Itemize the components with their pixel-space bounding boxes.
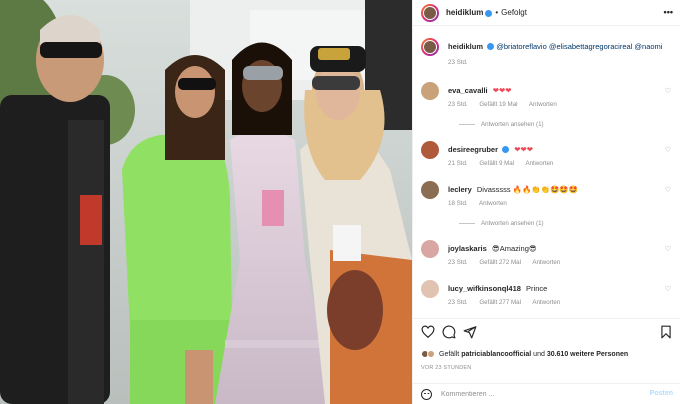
comment-content: ❤❤❤ [492,86,512,95]
comment-meta: 23 Std. Gefällt 272 Mal Antworten [448,259,570,266]
bookmark-icon[interactable] [659,325,673,339]
post-photo-illustration [0,0,412,404]
comment-reply-button[interactable]: Antworten [525,160,553,167]
post-actions: Gefällt patriciablancoofficial und 30.61… [413,318,680,404]
header-separator: • [495,8,499,17]
comment-text: desireegruber ❤❤❤ [448,145,663,155]
comment-reply-button[interactable]: Antworten [529,101,557,108]
liked-by-prefix: Gefällt [439,350,460,358]
comment-bar: Posten [413,383,680,404]
post-photo[interactable] [0,0,412,404]
comment-time[interactable]: 23 Std. [448,259,468,266]
comment-like-icon[interactable]: ♡ [665,146,671,154]
comment-content: 😎Amazing😎 [491,244,537,253]
commenter-avatar[interactable] [421,240,439,258]
commenter-username[interactable]: lucy_wifkinsonql418 [448,284,521,293]
verified-badge-icon [502,146,510,153]
comment-reply-button[interactable]: Antworten [532,259,560,266]
liked-by-count[interactable]: 30.610 weitere Personen [547,351,628,358]
comment-likes[interactable]: Gefällt 19 Mal [479,101,517,108]
view-replies-button[interactable]: Antworten ansehen (1) [459,121,544,128]
post-time-ago[interactable]: VOR 23 STUNDEN [421,365,471,371]
caption-time[interactable]: 23 Std. [448,59,468,66]
comment-reply-button[interactable]: Antworten [532,299,560,306]
comment-time[interactable]: 23 Std. [448,101,468,108]
comment-meta: 23 Std. Gefällt 277 Mal Antworten [448,299,570,306]
comment-like-icon[interactable]: ♡ [665,186,671,194]
comment-time[interactable]: 23 Std. [448,299,468,306]
share-icon[interactable] [463,325,477,339]
more-options-icon[interactable]: ••• [664,7,673,17]
comment-text: joylaskaris 😎Amazing😎 [448,244,663,254]
post-header: heidiklum • Gefolgt ••• [413,0,680,26]
commenter-avatar[interactable] [421,280,439,298]
caption-author-avatar[interactable] [421,38,439,56]
commenter-avatar[interactable] [421,181,439,199]
comment-text: lucy_wifkinsonql418 Prince [448,284,663,294]
liker-avatar[interactable] [427,350,435,358]
comment-row: lucy_wifkinsonql418 Prince ♡ 23 Std. Gef… [421,280,677,310]
author-avatar[interactable] [421,3,439,22]
comment-icon[interactable] [442,325,456,339]
comment-content: Prince [526,284,548,293]
commenter-username[interactable]: joylaskaris [448,244,487,253]
comment-input[interactable] [441,388,631,401]
caption-mentions[interactable]: @briatoreflavio @elisabettagregoraci​rea… [496,42,662,51]
commenter-avatar[interactable] [421,82,439,100]
caption-meta: 23 Std. [448,59,478,66]
liked-by-user[interactable]: patriciablancoofficial [461,351,531,358]
liked-by-suffix: und [533,350,545,358]
view-replies-button[interactable]: Antworten ansehen (1) [459,220,544,227]
verified-badge-icon [485,10,493,17]
comment-row: joylaskaris 😎Amazing😎 ♡ 23 Std. Gefällt … [421,240,677,270]
post-comment-button[interactable]: Posten [650,390,673,397]
comment-likes[interactable]: Gefällt 272 Mal [479,259,521,266]
commenter-username[interactable]: leclery [448,185,472,194]
comment-like-icon[interactable]: ♡ [665,285,671,293]
comment-row: leclery Divasssss 🔥🔥👏👏🤩🤩🤩 ♡ 18 Std. Antw… [421,181,677,211]
commenter-avatar[interactable] [421,141,439,159]
caption-row: heidiklum @briatoreflavio @elisabettagre… [421,38,677,68]
post-side-panel: heidiklum • Gefolgt ••• heidiklum @briat… [412,0,680,404]
comment-content: Divasssss 🔥🔥👏👏🤩🤩🤩 [476,185,579,194]
comment-like-icon[interactable]: ♡ [665,87,671,95]
commenter-username[interactable]: desireegruber [448,145,498,154]
comment-meta: 21 Std. Gefällt 9 Mal Antworten [448,160,563,167]
comment-like-icon[interactable]: ♡ [665,245,671,253]
comment-time[interactable]: 18 Std. [448,200,468,207]
comment-likes[interactable]: Gefällt 277 Mal [479,299,521,306]
liked-by-summary: Gefällt patriciablancoofficial und 30.61… [421,350,628,358]
verified-badge-icon [487,43,495,50]
comment-text: leclery Divasssss 🔥🔥👏👏🤩🤩🤩 [448,185,663,195]
emoji-icon[interactable] [421,389,432,400]
comment-row: eva_cavalli ❤❤❤ ♡ 23 Std. Gefällt 19 Mal… [421,82,677,112]
comment-time[interactable]: 21 Std. [448,160,468,167]
caption-text: heidiklum @briatoreflavio @elisabettagre… [448,42,663,52]
heart-icon[interactable] [421,325,435,339]
comment-meta: 18 Std. Antworten [448,200,517,207]
comment-meta: 23 Std. Gefällt 19 Mal Antworten [448,101,567,108]
comment-reply-button[interactable]: Antworten [479,200,507,207]
comment-text: eva_cavalli ❤❤❤ [448,86,663,96]
comment-row: desireegruber ❤❤❤ ♡ 21 Std. Gefällt 9 Ma… [421,141,677,171]
liked-by-text: Gefällt patriciablancoofficial und 30.61… [439,351,628,358]
commenter-username[interactable]: eva_cavalli [448,86,488,95]
follow-status-button[interactable]: Gefolgt [501,8,527,17]
comment-content: ❤❤❤ [514,145,534,154]
caption-author-username[interactable]: heidiklum [448,42,483,51]
author-username[interactable]: heidiklum [446,8,483,17]
comment-likes[interactable]: Gefällt 9 Mal [479,160,514,167]
